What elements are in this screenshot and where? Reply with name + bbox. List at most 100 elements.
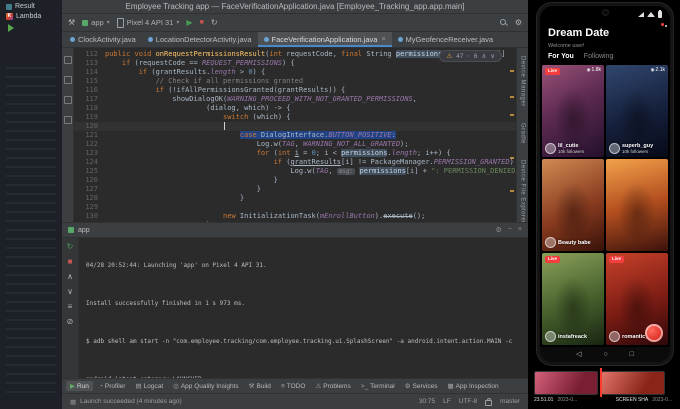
clip-name: 23.51.01 xyxy=(534,397,554,403)
background-lambda-item[interactable]: K Lambda xyxy=(0,10,62,20)
build-hammer-icon[interactable]: ⚒ xyxy=(68,18,75,27)
rerun-icon[interactable]: ↻ xyxy=(211,18,218,27)
record-button[interactable] xyxy=(645,324,663,342)
line-number: 117 xyxy=(85,95,98,103)
search-icon[interactable] xyxy=(499,18,508,27)
tool-window-button[interactable]: ⚙ Services xyxy=(401,381,442,391)
lock-icon[interactable] xyxy=(485,397,493,406)
code-text: for (int i = 0; i < permissions.length; … xyxy=(256,149,451,157)
line-number: 115 xyxy=(85,77,98,85)
android-nav-bar: ◁ ○ □ xyxy=(540,347,670,362)
run-config-selector[interactable]: app ▾ xyxy=(82,18,110,27)
play-icon[interactable] xyxy=(8,24,14,32)
tool-window-icon: ⚒ xyxy=(248,383,255,390)
app-module-icon xyxy=(82,19,89,26)
video-card[interactable]: Live ◉ xyxy=(606,159,668,251)
line-number: 122 xyxy=(85,140,98,148)
run-panel-action-icon[interactable]: ∨ xyxy=(67,287,73,296)
code-text: } xyxy=(105,185,261,193)
tab-label: LocationDetectorActivity.java xyxy=(155,35,252,44)
file-encoding[interactable]: UTF-8 xyxy=(459,398,477,405)
structure-icon[interactable] xyxy=(63,96,72,104)
code-editor[interactable]: 112 public void onRequestPermissionsResu… xyxy=(74,48,516,222)
project-icon[interactable] xyxy=(63,56,72,64)
minimize-icon[interactable]: − xyxy=(508,226,512,234)
stop-button[interactable]: ■ xyxy=(200,19,204,26)
phone-screen: Dream Date Welcome user! For You Followi… xyxy=(540,6,670,362)
code-line: 117 showDialogOK(WARNING_PROCEED_WITH_NO… xyxy=(74,95,516,104)
editor-tab[interactable]: ClockActivity.java × xyxy=(64,32,142,47)
code-text: new InitializationTask(mEnrollButton).ex… xyxy=(223,212,426,220)
git-branch[interactable]: master xyxy=(500,398,520,405)
run-tab-label[interactable]: app xyxy=(78,227,90,234)
line-number: 113 xyxy=(85,59,98,67)
run-button[interactable]: ▶ xyxy=(186,18,192,27)
prev-issue-icon[interactable]: ∧ xyxy=(481,52,486,60)
tool-window-button[interactable]: ◔ Profiler xyxy=(95,382,130,391)
dock-tool-button[interactable]: Gradle xyxy=(520,123,526,144)
recents-icon[interactable]: □ xyxy=(630,351,634,358)
tool-window-button[interactable]: ⚒ Build xyxy=(245,381,275,391)
tool-window-label: Logcat xyxy=(143,382,164,390)
run-panel-action-icon[interactable]: ↻ xyxy=(67,242,74,251)
background-result-item[interactable]: Result xyxy=(0,0,62,10)
dock-tool-button[interactable]: Device Manager xyxy=(520,56,526,107)
line-number: 129 xyxy=(85,203,98,211)
eye-icon: ◉ xyxy=(650,67,655,73)
commit-icon[interactable] xyxy=(63,76,72,84)
camera-punch-hole-icon xyxy=(602,9,609,16)
error-stripe[interactable] xyxy=(510,62,514,218)
status-grid-icon[interactable]: ▦ xyxy=(70,398,76,406)
run-panel-action-icon[interactable]: ∧ xyxy=(67,272,73,281)
tool-window-button[interactable]: ▦ App Inspection xyxy=(443,381,502,391)
tool-window-button[interactable]: ⚠ Problems xyxy=(311,381,354,391)
inspections-widget[interactable]: ⚠ 47 ◦ 6 ∧ ∨ xyxy=(439,50,502,62)
line-number: 127 xyxy=(85,185,98,193)
home-icon[interactable]: ○ xyxy=(603,351,607,358)
feed-tab[interactable]: For You xyxy=(548,53,574,60)
code-line: 129 xyxy=(74,203,516,212)
file-class-icon xyxy=(147,37,153,42)
line-number: 126 xyxy=(85,176,98,184)
playhead[interactable] xyxy=(600,368,602,397)
run-panel-action-icon[interactable]: ≡ xyxy=(68,302,73,311)
bookmarks-icon[interactable] xyxy=(63,116,72,124)
editor-tab[interactable]: LocationDetectorActivity.java × xyxy=(142,32,258,47)
tool-window-button[interactable]: ▶ Run xyxy=(66,381,93,391)
run-panel-action-icon[interactable]: ⊘ xyxy=(67,317,74,326)
feed-tab[interactable]: Following xyxy=(584,53,614,60)
line-number: 118 xyxy=(85,104,98,112)
video-card[interactable]: Live ◉2.1k superb_guy 10k followers xyxy=(606,65,668,157)
back-icon[interactable]: ◁ xyxy=(576,351,581,358)
editor-tab[interactable]: MyGeofenceReceiver.java × xyxy=(392,32,500,47)
main-toolbar: ⚒ app ▾ Pixel 4 API 31 ▾ ▶ ■ ↻ ⚙ xyxy=(62,14,528,32)
cursor-position[interactable]: 30:75 xyxy=(419,398,435,405)
run-panel-action-icon[interactable]: ■ xyxy=(68,257,73,266)
tool-window-button[interactable]: >_ Terminal xyxy=(357,382,399,391)
line-number: 119 xyxy=(85,113,98,121)
video-card[interactable]: Live ◉ 1.8k lil_cutie 10k followers xyxy=(542,65,604,157)
timeline-clip[interactable] xyxy=(601,371,665,395)
weak-warning-count: 6 xyxy=(473,52,478,60)
dock-tool-button[interactable]: Device File Explorer xyxy=(520,160,526,222)
close-icon[interactable]: × xyxy=(518,226,522,234)
code-line: 120 xyxy=(74,122,516,131)
close-icon[interactable]: × xyxy=(381,36,385,43)
live-badge: Live xyxy=(545,68,561,75)
video-card[interactable]: Live ◉ Beauty babe xyxy=(542,159,604,251)
device-selector[interactable]: Pixel 4 API 31 ▾ xyxy=(116,17,179,28)
editor-tab[interactable]: FaceVerificationApplication.java × xyxy=(257,32,392,47)
avatar xyxy=(545,237,556,248)
line-separator[interactable]: LF xyxy=(443,398,451,405)
tool-window-button[interactable]: ≡ TODO xyxy=(277,382,309,391)
video-card[interactable]: Live ◉ instafreack xyxy=(542,253,604,345)
tool-window-icon: ▦ xyxy=(447,383,454,390)
settings-gear-icon[interactable]: ⚙ xyxy=(515,18,522,27)
tool-window-button[interactable]: ◎ App Quality Insights xyxy=(169,381,242,391)
tool-window-button[interactable]: ▤ Logcat xyxy=(131,381,167,391)
code-text: switch (which) { xyxy=(223,113,291,121)
settings-gear-icon[interactable]: ⚙ xyxy=(496,226,502,234)
clip-name: SCREEN SHA xyxy=(615,397,649,403)
timeline-clip[interactable] xyxy=(534,371,598,395)
next-issue-icon[interactable]: ∨ xyxy=(490,52,495,60)
